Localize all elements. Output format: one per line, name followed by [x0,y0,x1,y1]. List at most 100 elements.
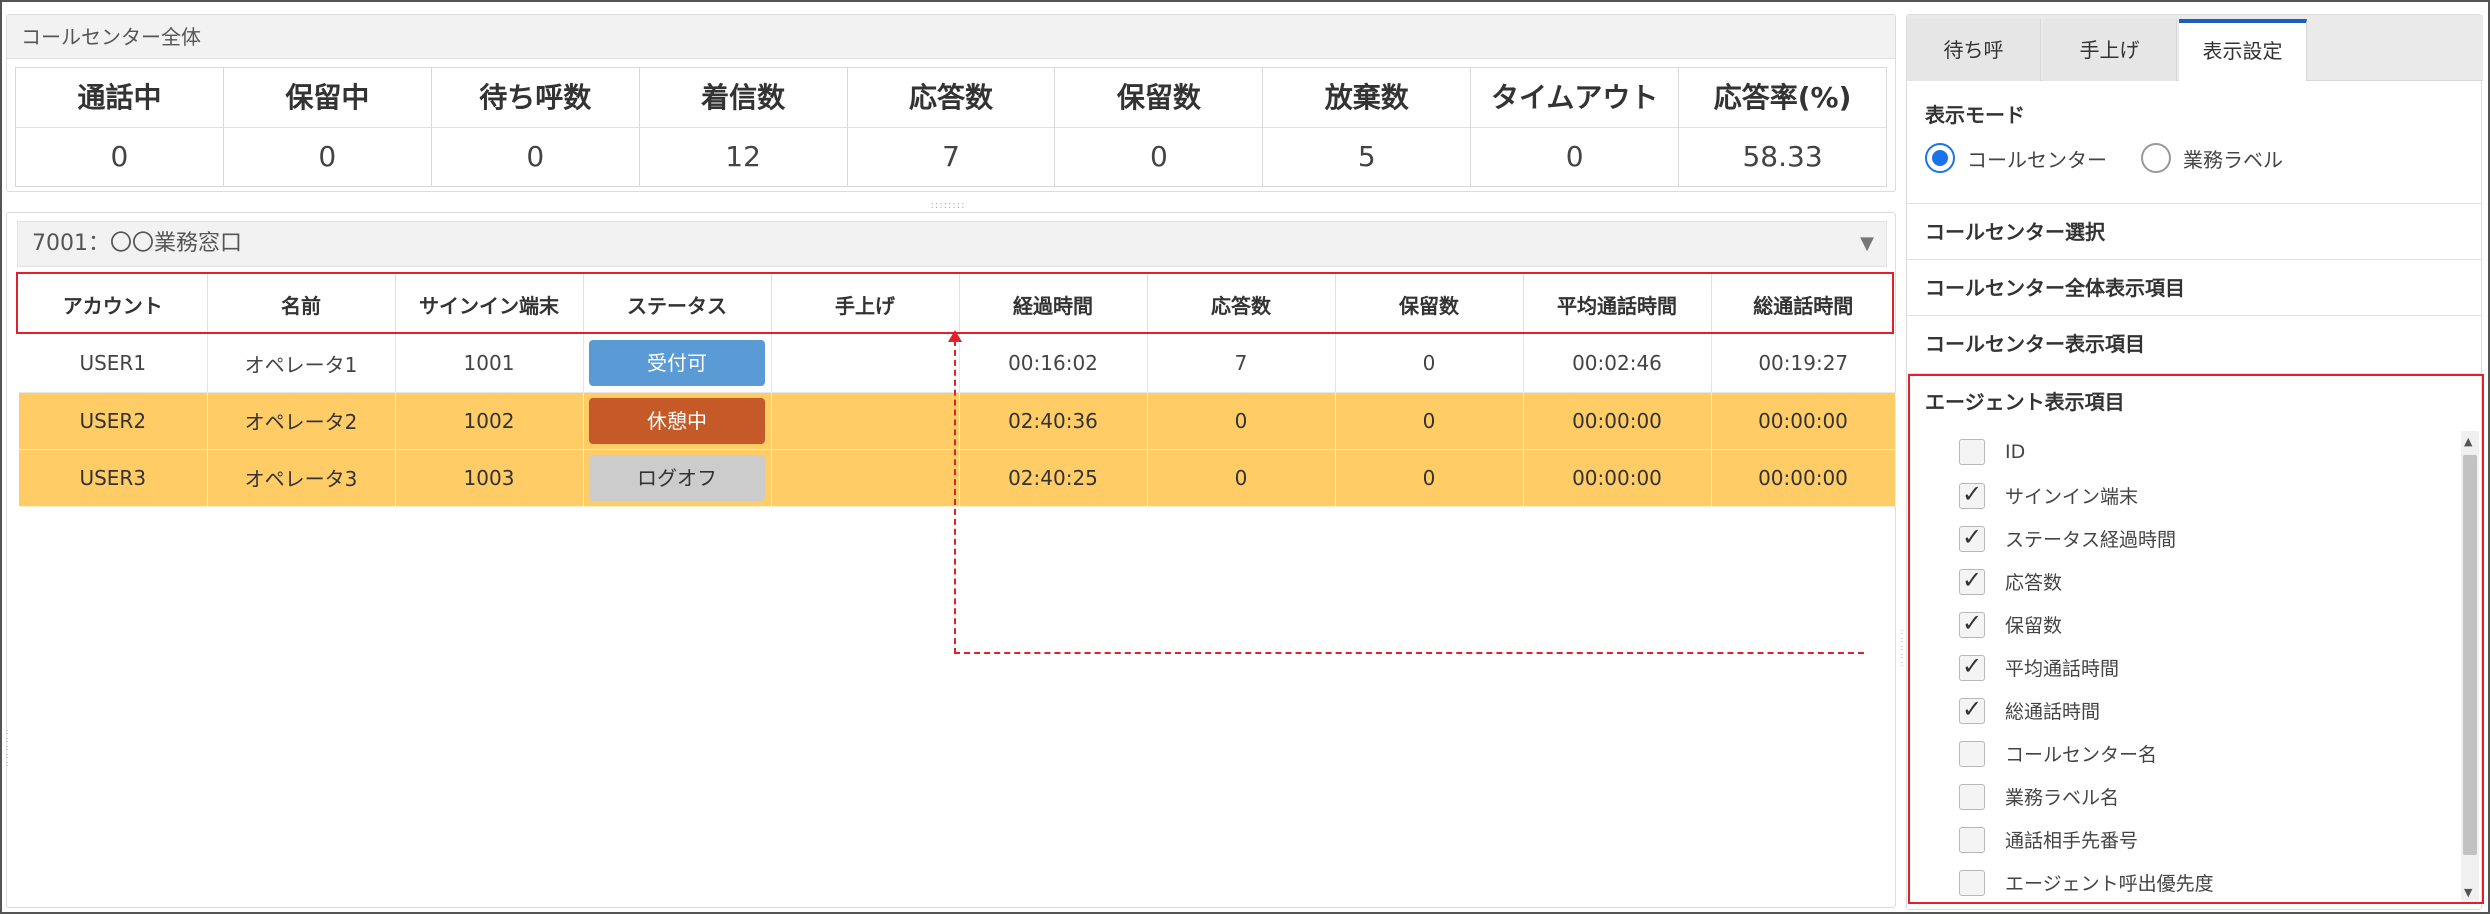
cell-account: USER1 [19,335,208,393]
checkbox[interactable] [1959,609,1985,638]
status-badge[interactable]: 休憩中 [589,397,765,444]
section-agent-items[interactable]: エージェント表示項目 [1907,373,2481,429]
stat-label: 応答率(%) [1679,68,1887,128]
checkbox-label: コールセンター名 [2005,744,2158,766]
cell-account: USER2 [19,392,208,450]
column-header-name[interactable]: 名前 [207,273,396,335]
agent-item-avg-talk[interactable]: 平均通話時間 [1959,652,2120,681]
stat-value: 0 [318,140,337,173]
stat-abandoned: 放棄数 5 [1263,68,1472,186]
agent-item-total-talk[interactable]: 総通話時間 [1959,695,2101,724]
stat-label: 通話中 [16,68,223,128]
checkbox[interactable] [1959,695,1985,724]
section-callcenter-items[interactable]: コールセンター表示項目 [1907,315,2481,371]
cell-answered: 0 [1147,392,1336,450]
stat-incoming: 着信数 12 [639,68,848,186]
group-header[interactable]: 7001：〇〇業務窓口 ▼ [17,221,1887,267]
stat-answered: 応答数 7 [847,68,1056,186]
column-header-account[interactable]: アカウント [19,273,208,335]
settings-tabs: 待ち呼 手上げ 表示設定 [1907,15,2483,81]
scroll-up-arrow-icon[interactable]: ▲ [2464,435,2472,448]
checkbox-label: サインイン端末 [2005,486,2139,508]
checkbox[interactable] [1959,740,1985,767]
radio-business-label-label[interactable]: 業務ラベル [2183,144,2283,173]
checkbox-label: 総通話時間 [2005,701,2101,723]
agent-item-callcenter-name[interactable]: コールセンター名 [1959,740,2157,767]
checkbox-label: 応答数 [2005,572,2063,594]
stat-on-hold: 保留中 0 [223,68,432,186]
checkbox[interactable] [1959,566,1985,595]
status-badge[interactable]: ログオフ [589,454,765,501]
cell-name: オペレータ2 [207,392,396,450]
stat-value: 7 [942,140,960,173]
tab-raise-hand[interactable]: 手上げ [2043,19,2177,81]
cell-raise-hand [771,392,960,450]
column-header-elapsed[interactable]: 経過時間 [959,273,1148,335]
section-callcenter-overall-items[interactable]: コールセンター全体表示項目 [1907,259,2481,315]
cell-raise-hand [771,449,960,507]
column-header-status[interactable]: ステータス [583,273,772,335]
checkbox[interactable] [1959,652,1985,681]
tab-waiting-calls[interactable]: 待ち呼 [1907,19,2041,81]
stat-label: 保留数 [1055,68,1263,128]
left-edge-splitter-handle[interactable]: ::::: [6,728,14,776]
column-header-avg-talk[interactable]: 平均通話時間 [1523,273,1712,335]
checkbox-label: エージェント呼出優先度 [2005,873,2214,895]
scroll-down-arrow-icon[interactable]: ▼ [2464,886,2472,899]
stat-label: 応答数 [847,68,1055,128]
agent-item-signin-terminal[interactable]: サインイン端末 [1959,480,2139,509]
stat-answer-rate: 応答率(%) 58.33 [1679,68,1887,186]
checkbox-label: 平均通話時間 [2005,658,2120,680]
column-header-answered[interactable]: 応答数 [1147,273,1336,335]
radio-callcenter-label[interactable]: コールセンター [1967,144,2107,173]
column-header-raise-hand[interactable]: 手上げ [771,273,960,335]
callcenter-summary-panel: コールセンター全体 通話中 0 保留中 0 待ち呼数 0 着信数 12 応答数 7 保留数… [6,14,1896,192]
radio-callcenter[interactable] [1925,143,1955,173]
stat-label: 着信数 [639,68,847,128]
scrollbar-thumb[interactable] [2463,455,2477,855]
cell-total-talk: 00:00:00 [1711,449,1896,507]
horizontal-splitter-handle[interactable]: :::::::: [920,201,976,211]
agent-table: アカウント 名前 サインイン端末 ステータス 手上げ 経過時間 応答数 保留数 … [19,273,1896,507]
agent-item-id[interactable]: ID [1959,439,2025,465]
stat-value: 5 [1357,140,1376,173]
triangle-down-icon[interactable]: ▼ [1860,222,1874,266]
status-badge[interactable]: 受付可 [589,340,765,387]
cell-avg-talk: 00:00:00 [1523,392,1712,450]
checkbox-label: ステータス経過時間 [2005,529,2177,551]
column-header-held[interactable]: 保留数 [1335,273,1524,335]
checkbox[interactable] [1959,480,1985,509]
table-row[interactable]: USER3 オペレータ3 1003 ログオフ 02:40:25 0 0 00:0… [19,449,1896,507]
stat-value: 0 [110,140,129,173]
cell-name: オペレータ3 [207,449,396,507]
agent-item-peer-number[interactable]: 通話相手先番号 [1959,826,2138,853]
stat-value: 12 [725,140,761,173]
cell-terminal: 1003 [395,449,584,507]
agent-item-status-elapsed[interactable]: ステータス経過時間 [1959,523,2177,552]
table-row[interactable]: USER1 オペレータ1 1001 受付可 00:16:02 7 0 00:02… [19,335,1895,393]
checkbox[interactable] [1959,783,1985,810]
agent-item-call-priority[interactable]: エージェント呼出優先度 [1959,869,2214,896]
checkbox[interactable] [1959,826,1985,853]
checkbox[interactable] [1959,523,1985,552]
stat-waiting-calls: 待ち呼数 0 [431,68,640,186]
checkbox[interactable] [1959,869,1985,896]
cell-name: オペレータ1 [207,335,396,393]
cell-status: 受付可 [583,335,772,393]
column-header-total-talk[interactable]: 総通話時間 [1711,273,1895,335]
section-callcenter-select[interactable]: コールセンター選択 [1907,203,2481,259]
cell-answered: 7 [1147,335,1336,393]
stat-label: タイムアウト [1471,68,1679,128]
cell-held: 0 [1335,335,1524,393]
agent-item-business-label-name[interactable]: 業務ラベル名 [1959,783,2119,810]
table-row[interactable]: USER2 オペレータ2 1002 休憩中 02:40:36 0 0 00:00… [19,392,1896,450]
agent-items-scrollbar[interactable]: ▲ ▼ [2461,431,2479,903]
checkbox-label: 保留数 [2005,615,2063,637]
checkbox[interactable] [1959,439,1985,465]
agent-item-held[interactable]: 保留数 [1959,609,2063,638]
column-header-terminal[interactable]: サインイン端末 [395,273,584,335]
tab-display-settings[interactable]: 表示設定 [2179,19,2307,81]
agent-item-answered[interactable]: 応答数 [1959,566,2063,595]
cell-avg-talk: 00:00:00 [1523,449,1712,507]
radio-business-label[interactable] [2141,143,2171,173]
